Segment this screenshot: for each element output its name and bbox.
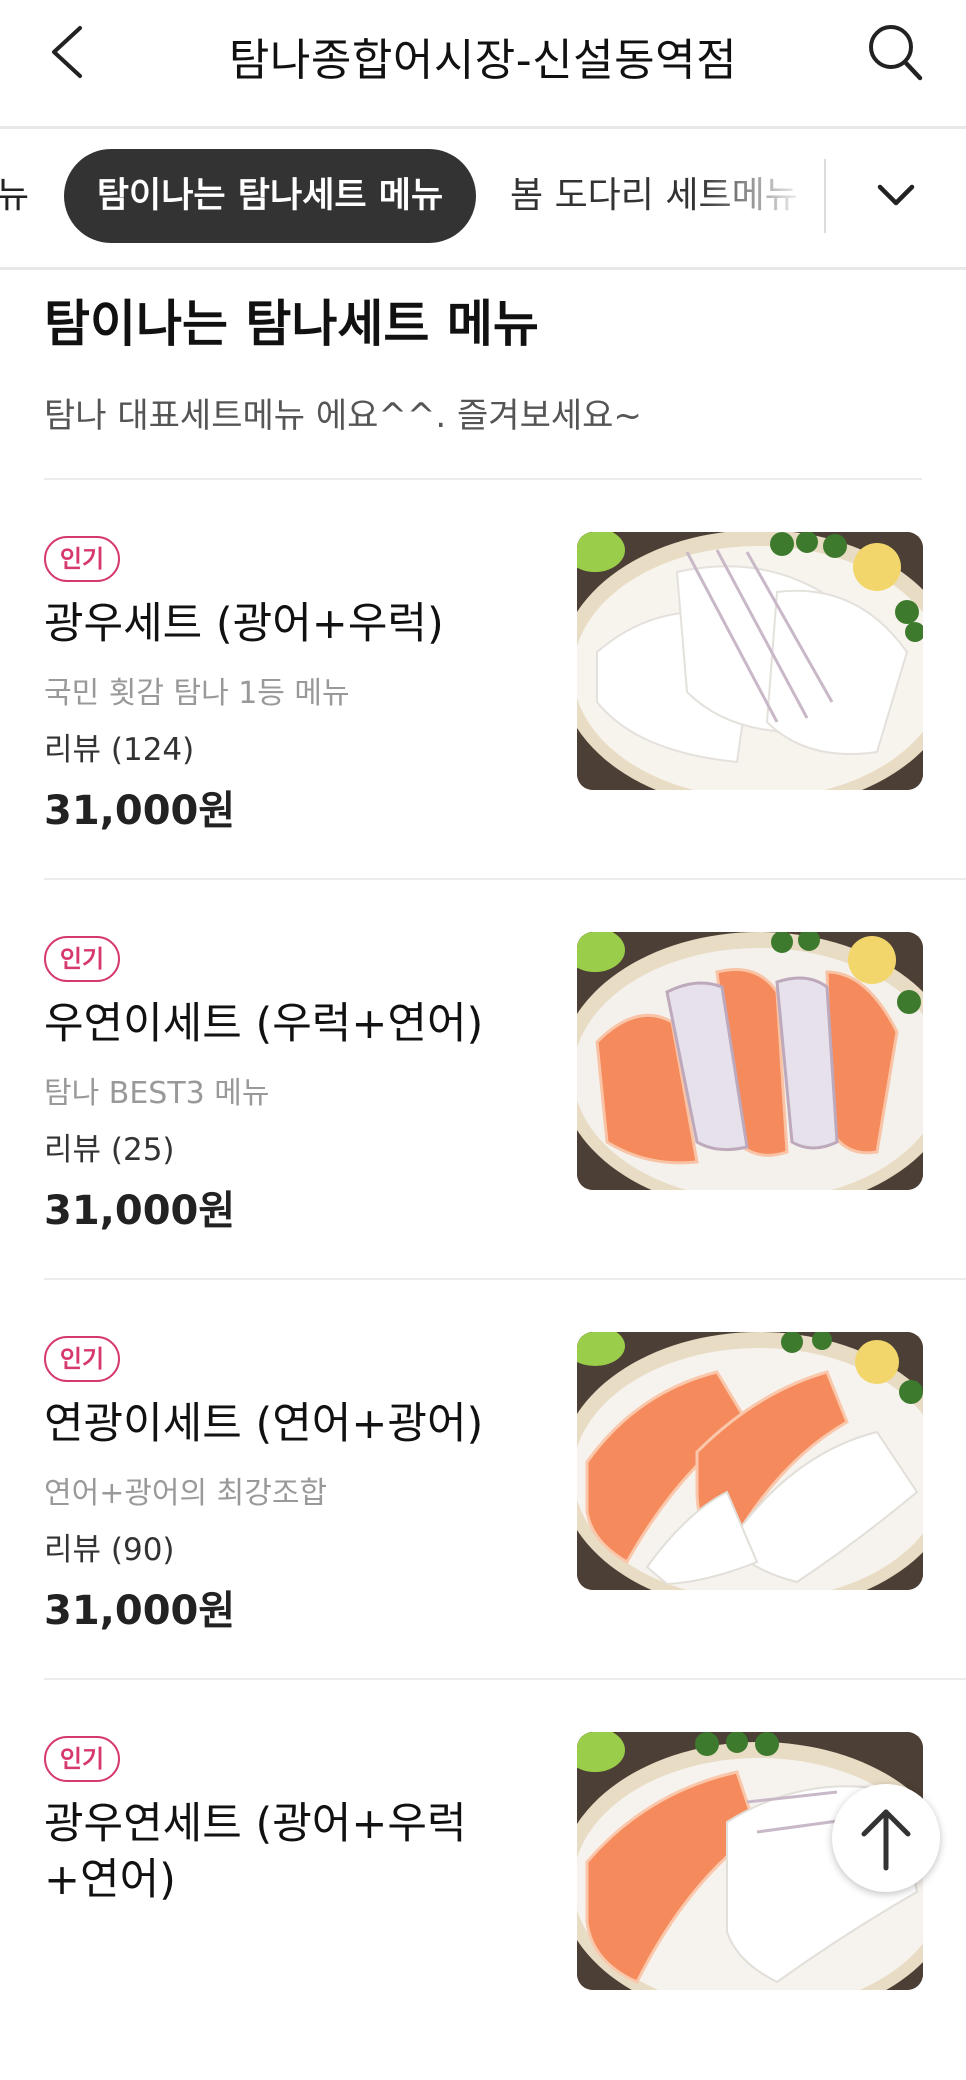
popular-badge: 인기 — [44, 936, 120, 982]
menu-item-price: 31,000원 — [44, 1588, 236, 1634]
menu-item-review-count: 리뷰 (25) — [44, 1132, 175, 1168]
menu-item-name: 광우세트 (광어+우럭) — [44, 599, 444, 649]
section-title: 탐이나는 탐나세트 메뉴 — [44, 295, 539, 353]
menu-item-name: 연광이세트 (연어+광어) — [44, 1399, 484, 1449]
menu-item-name: 우연이세트 (우럭+연어) — [44, 999, 484, 1049]
section-description: 탐나 대표세트메뉴 에요^^. 즐겨보세요~ — [44, 396, 642, 436]
category-tabs: 뉴 탐이나는 탐나세트 메뉴 봄 도다리 세트메뉴 — [0, 129, 966, 270]
menu-item-price: 31,000원 — [44, 1188, 236, 1234]
menu-item-review-count: 리뷰 (90) — [44, 1532, 175, 1568]
search-button[interactable] — [864, 18, 928, 86]
popular-badge: 인기 — [44, 1336, 120, 1382]
tab-fade-overlay — [700, 129, 826, 267]
menu-item-description: 탐나 BEST3 메뉴 — [44, 1076, 270, 1111]
tab-divider — [824, 159, 826, 233]
tab-previous[interactable]: 뉴 — [0, 149, 29, 243]
search-icon — [869, 25, 923, 81]
chevron-down-icon — [877, 184, 915, 206]
menu-item-review-count: 리뷰 (124) — [44, 732, 195, 768]
arrow-up-icon — [861, 1809, 911, 1871]
scroll-to-top-button[interactable] — [832, 1784, 940, 1892]
tab-tamna-set-menu[interactable]: 탐이나는 탐나세트 메뉴 — [64, 149, 476, 243]
chevron-left-icon — [52, 26, 82, 78]
menu-item[interactable]: 인기 우연이세트 (우럭+연어) 탐나 BEST3 메뉴 리뷰 (25) 31,… — [0, 880, 966, 1280]
popular-badge: 인기 — [44, 1736, 120, 1782]
menu-item-name: 광우연세트 (광어+우럭+연어) — [44, 1799, 467, 1905]
menu-item[interactable]: 인기 광우세트 (광어+우럭) 국민 횟감 탐나 1등 메뉴 리뷰 (124) … — [0, 480, 966, 880]
page-title: 탐나종합어시장-신설동역점 — [228, 35, 738, 86]
menu-item-photo — [577, 1332, 923, 1590]
menu-item-price: 31,000원 — [44, 788, 236, 834]
menu-item-photo — [577, 932, 923, 1190]
back-button[interactable] — [44, 22, 94, 82]
popular-badge: 인기 — [44, 536, 120, 582]
expand-categories-button[interactable] — [862, 167, 930, 227]
app-header: 탐나종합어시장-신설동역점 — [0, 0, 966, 129]
menu-item-photo — [577, 532, 923, 790]
menu-item[interactable]: 인기 연광이세트 (연어+광어) 연어+광어의 최강조합 리뷰 (90) 31,… — [0, 1280, 966, 1680]
menu-item-description: 연어+광어의 최강조합 — [44, 1476, 328, 1511]
menu-item-description: 국민 횟감 탐나 1등 메뉴 — [44, 676, 350, 711]
menu-item[interactable]: 인기 광우연세트 (광어+우럭+연어) — [0, 1680, 966, 2080]
